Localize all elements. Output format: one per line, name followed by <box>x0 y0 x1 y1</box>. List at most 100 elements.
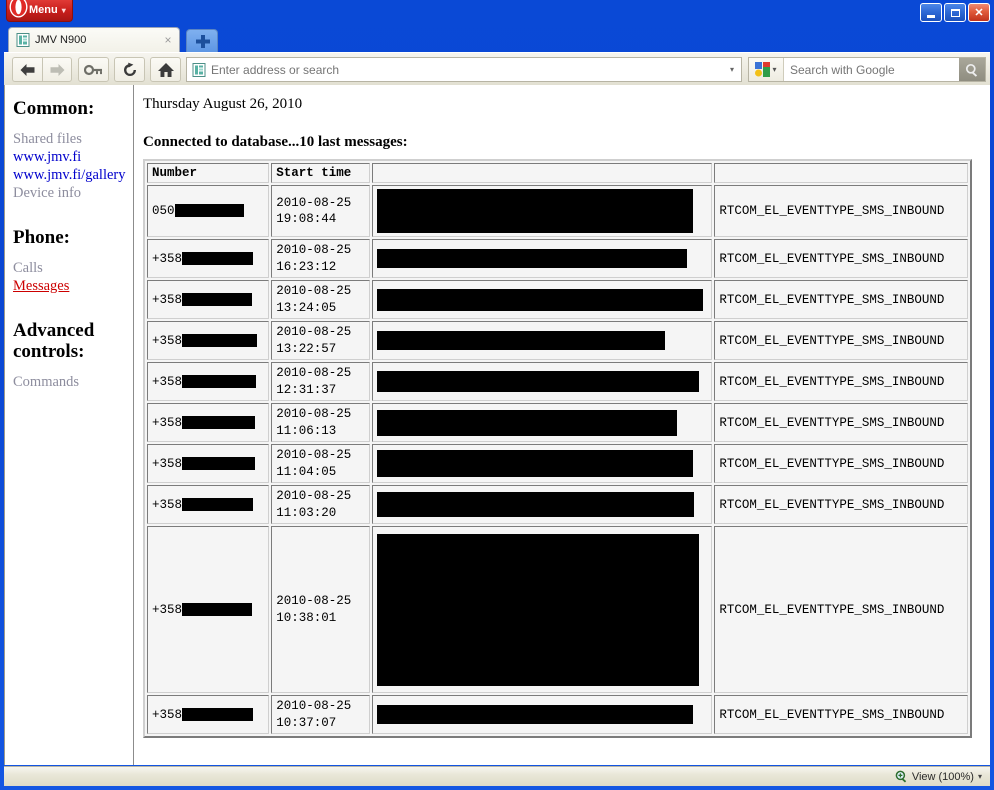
cell-start-time: 2010-08-25 13:24:05 <box>271 280 370 319</box>
redacted-number <box>182 456 256 470</box>
sidebar-link-commands[interactable]: Commands <box>13 373 133 391</box>
redacted-number <box>182 374 257 388</box>
table-row: +358 2010-08-25 12:31:37 RTCOM_EL_EVENTTYP… <box>147 362 968 401</box>
password-wand-button[interactable] <box>78 57 109 82</box>
sidebar-link-jmv-fi[interactable]: www.jmv.fi <box>13 148 133 166</box>
chevron-down-icon: ▾ <box>977 772 982 781</box>
tab-bar: JMV N900 × <box>0 24 994 52</box>
cell-start-time: 2010-08-25 12:31:37 <box>271 362 370 401</box>
status-bar: View (100%) ▾ <box>4 766 990 786</box>
column-header-body <box>371 163 713 183</box>
redacted-message <box>376 189 693 233</box>
maximize-button[interactable] <box>944 3 966 22</box>
redacted-number <box>182 333 258 347</box>
redacted-message <box>376 288 703 311</box>
page-date-line: Thursday August 26, 2010 <box>143 96 303 112</box>
redacted-number <box>182 602 253 616</box>
table-row: +358 2010-08-25 11:04:05 RTCOM_EL_EVENTTYP… <box>147 444 968 483</box>
opera-menu-label: Menu <box>29 4 58 16</box>
redacted-message <box>376 249 687 268</box>
sidebar-link-messages[interactable]: Messages <box>13 277 133 295</box>
page-sidebar: Common: Shared files www.jmv.fi www.jmv.… <box>5 85 134 765</box>
table-row: +358 2010-08-25 11:03:20 RTCOM_EL_EVENTTYP… <box>147 485 968 524</box>
back-button[interactable] <box>12 57 42 82</box>
number-prefix: 050 <box>152 204 175 218</box>
cell-event-type: RTCOM_EL_EVENTTYPE_SMS_INBOUND <box>714 526 968 693</box>
messages-table: Number Start time 050 2010-08-25 19:08:44… <box>143 159 972 738</box>
opera-menu-button[interactable]: Menu ▾ <box>6 0 73 22</box>
chevron-down-icon[interactable]: ▾ <box>723 58 741 81</box>
number-prefix: +358 <box>152 333 183 348</box>
minimize-button[interactable] <box>920 3 942 22</box>
reload-icon <box>123 62 136 76</box>
number-prefix: +358 <box>152 497 183 512</box>
search-engine-selector[interactable]: ▾ <box>749 58 784 81</box>
table-row: 050 2010-08-25 19:08:44 RTCOM_EL_EVENTTYPE… <box>147 185 968 237</box>
number-prefix: +358 <box>152 415 183 430</box>
cell-message-body <box>371 321 713 360</box>
maximize-icon <box>950 8 960 17</box>
address-bar[interactable]: ▾ <box>186 57 742 82</box>
google-icon <box>755 62 771 77</box>
home-button[interactable] <box>150 57 181 82</box>
address-input[interactable] <box>211 62 723 77</box>
cell-number: +358 <box>147 321 270 360</box>
table-row: +358 2010-08-25 13:24:05 RTCOM_EL_EVENTTYP… <box>147 280 968 319</box>
redacted-number <box>182 707 254 721</box>
cell-number: +358 <box>147 444 270 483</box>
cell-message-body <box>371 403 713 442</box>
cell-message-body <box>371 280 713 319</box>
arrow-left-icon <box>20 63 35 76</box>
number-prefix: +358 <box>152 292 183 307</box>
cell-message-body <box>371 185 713 237</box>
sidebar-link-shared-files[interactable]: Shared files <box>13 130 133 148</box>
cell-start-time: 2010-08-25 11:04:05 <box>271 444 370 483</box>
forward-button[interactable] <box>42 57 72 82</box>
redacted-number <box>174 204 244 218</box>
arrow-right-icon <box>50 63 64 76</box>
cell-event-type: RTCOM_EL_EVENTTYPE_SMS_INBOUND <box>714 239 968 278</box>
page-status-line: Connected to database...10 last messages… <box>143 134 408 150</box>
cell-number: +358 <box>147 362 270 401</box>
close-window-button[interactable]: ✕ <box>968 3 990 22</box>
cell-message-body <box>371 444 713 483</box>
page-viewport: Common: Shared files www.jmv.fi www.jmv.… <box>4 85 990 765</box>
navigation-toolbar: ▾ ▾ <box>4 52 990 85</box>
cell-event-type: RTCOM_EL_EVENTTYPE_SMS_INBOUND <box>714 362 968 401</box>
cell-start-time: 2010-08-25 19:08:44 <box>271 185 370 237</box>
search-bar[interactable]: ▾ <box>748 57 986 82</box>
view-zoom-control[interactable]: View (100%) ▾ <box>895 770 982 783</box>
cell-number: +358 <box>147 403 270 442</box>
sidebar-link-device-info[interactable]: Device info <box>13 184 133 202</box>
redacted-message <box>376 371 699 392</box>
key-icon <box>84 64 102 75</box>
redacted-number <box>182 292 253 306</box>
chevron-down-icon: ▾ <box>61 6 66 15</box>
caption-buttons: ✕ <box>920 3 990 22</box>
tab-jmv-n900[interactable]: JMV N900 × <box>8 27 180 52</box>
table-row: +358 2010-08-25 10:38:01 RTCOM_EL_EVENTTYP… <box>147 526 968 693</box>
sidebar-link-jmv-fi-gallery[interactable]: www.jmv.fi/gallery <box>13 166 133 184</box>
new-tab-button[interactable] <box>186 29 218 52</box>
cell-event-type: RTCOM_EL_EVENTTYPE_SMS_INBOUND <box>714 444 968 483</box>
browser-window: Menu ▾ ✕ JMV N900 × Enter address or sea… <box>0 0 994 790</box>
number-prefix: +358 <box>152 456 183 471</box>
tab-close-icon[interactable]: × <box>161 33 175 47</box>
sidebar-heading-common: Common: <box>13 98 95 119</box>
redacted-message <box>376 331 665 350</box>
redacted-message <box>376 533 699 686</box>
sidebar-link-calls[interactable]: Calls <box>13 259 133 277</box>
cell-message-body <box>371 239 713 278</box>
column-header-number: Number <box>147 163 270 183</box>
page-main-content: Thursday August 26, 2010 Connected to da… <box>135 85 990 765</box>
cell-number: +358 <box>147 485 270 524</box>
column-header-event-type <box>714 163 968 183</box>
search-submit-button[interactable] <box>959 58 985 81</box>
minimize-icon <box>927 14 935 18</box>
cell-message-body <box>371 526 713 693</box>
reload-button[interactable] <box>114 57 145 82</box>
search-input[interactable] <box>784 61 959 78</box>
sidebar-heading-advanced: Advanced controls: <box>13 319 95 362</box>
cell-message-body <box>371 485 713 524</box>
cell-number: +358 <box>147 695 270 734</box>
